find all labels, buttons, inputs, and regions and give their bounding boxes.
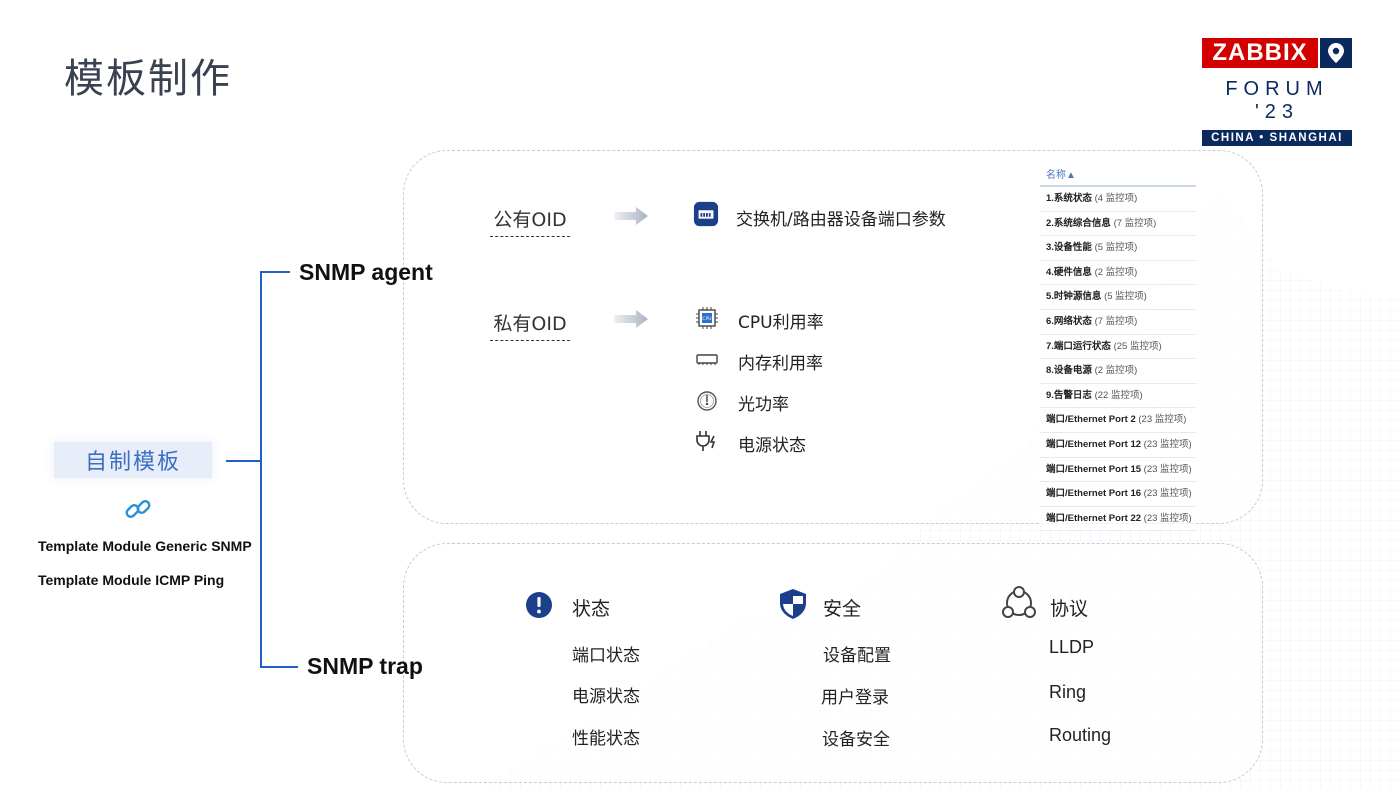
table-row[interactable]: 8.设备电源 (2 监控项) — [1040, 359, 1196, 384]
row-name[interactable]: 8.设备电源 — [1046, 365, 1092, 376]
table-row[interactable]: 端口/Ethernet Port 2 (23 监控项) — [1040, 408, 1196, 433]
row-count: (22 监控项) — [1091, 389, 1143, 401]
table-row[interactable]: 3.设备性能 (5 监控项) — [1040, 236, 1196, 261]
row-count: (7 监控项) — [1110, 217, 1157, 229]
table-header-name[interactable]: 名称▲ — [1040, 160, 1196, 187]
table-row[interactable]: 端口/Ethernet Port 16 (23 监控项) — [1040, 482, 1196, 507]
row-name[interactable]: 7.端口运行状态 — [1046, 341, 1111, 352]
logo-event: FORUM '23 — [1225, 78, 1329, 123]
row-count: (23 监控项) — [1141, 463, 1192, 475]
row-name[interactable]: 5.时钟源信息 — [1046, 291, 1101, 302]
trap-protocol-item: LLDP — [1049, 637, 1095, 657]
template-generic-snmp: Template Module Generic SNMP — [38, 538, 252, 554]
row-name[interactable]: 1.系统状态 — [1046, 193, 1092, 204]
row-count: (25 监控项) — [1110, 340, 1162, 352]
svg-text:CPU: CPU — [702, 316, 711, 322]
snmp-trap-label: SNMP trap — [307, 653, 423, 679]
table-row[interactable]: 9.告警日志 (22 监控项) — [1040, 384, 1196, 409]
trap-protocol-title: 协议 — [1050, 598, 1089, 620]
row-count: (5 监控项) — [1101, 291, 1147, 303]
trap-security-item: 用户登录 — [821, 688, 889, 708]
row-count: (23 监控项) — [1141, 438, 1192, 450]
optical-power-icon — [694, 388, 720, 414]
tree-branch-trap — [260, 666, 298, 668]
table-row[interactable]: 1.系统状态 (4 监控项) — [1040, 187, 1196, 212]
self-template-label: 自制模板 — [54, 442, 212, 478]
trap-protocol-item: Ring — [1049, 682, 1087, 702]
row-count: (7 监控项) — [1091, 315, 1138, 327]
row-name[interactable]: 端口/Ethernet Port 16 — [1046, 488, 1141, 499]
zabbix-forum-logo: ZABBIX FORUM '23 CHINA • SHANGHAI — [1202, 38, 1352, 146]
power-plug-icon — [694, 428, 720, 454]
table-row[interactable]: 端口/Ethernet Port 22 (23 监控项) — [1040, 507, 1196, 532]
private-oid-label: 私有OID — [490, 309, 570, 341]
tree-trunk — [260, 271, 262, 667]
private-oid-item-memory: 内存利用率 — [738, 354, 823, 374]
network-protocol-icon — [1001, 586, 1037, 624]
snmp-agent-label: SNMP agent — [299, 259, 433, 285]
tree-connector — [226, 460, 261, 462]
trap-protocol-item: Routing — [1049, 725, 1112, 745]
public-oid-item: 交换机/路由器设备端口参数 — [736, 210, 946, 230]
row-count: (5 监控项) — [1091, 242, 1138, 254]
trap-status-item: 性能状态 — [572, 729, 640, 749]
tree-branch-agent — [260, 271, 290, 273]
table-row[interactable]: 2.系统综合信息 (7 监控项) — [1040, 212, 1196, 237]
memory-icon — [694, 346, 720, 372]
template-icmp-ping: Template Module ICMP Ping — [38, 572, 225, 588]
slide-title: 模板制作 — [64, 56, 232, 102]
row-name[interactable]: 端口/Ethernet Port 22 — [1046, 513, 1141, 524]
row-count: (23 监控项) — [1135, 414, 1187, 426]
row-name[interactable]: 4.硬件信息 — [1046, 267, 1092, 278]
row-name[interactable]: 端口/Ethernet Port 2 — [1046, 414, 1136, 425]
row-count: (4 监控项) — [1091, 193, 1138, 204]
cpu-icon: CPU — [694, 305, 720, 331]
trap-security-title: 安全 — [823, 598, 862, 620]
trap-security-item: 设备安全 — [822, 730, 890, 750]
table-row[interactable]: 端口/Ethernet Port 12 (23 监控项) — [1040, 433, 1196, 458]
arrow-right-icon — [614, 310, 648, 328]
private-oid-item-cpu: CPU利用率 — [738, 313, 824, 333]
table-row[interactable]: 6.网络状态 (7 监控项) — [1040, 310, 1196, 335]
row-name[interactable]: 端口/Ethernet Port 15 — [1046, 464, 1141, 475]
shield-icon — [778, 588, 808, 624]
table-row[interactable]: 7.端口运行状态 (25 监控项) — [1040, 335, 1196, 360]
trap-security-item: 设备配置 — [823, 646, 891, 666]
logo-brand: ZABBIX — [1202, 38, 1318, 68]
row-name[interactable]: 端口/Ethernet Port 12 — [1046, 439, 1141, 450]
row-name[interactable]: 2.系统综合信息 — [1046, 218, 1111, 229]
row-count: (2 监控项) — [1091, 365, 1138, 377]
row-count: (23 监控项) — [1141, 488, 1192, 500]
table-row[interactable]: 4.硬件信息 (2 监控项) — [1040, 261, 1196, 286]
ethernet-port-icon — [693, 201, 719, 227]
arrow-right-icon — [614, 207, 648, 225]
logo-location: CHINA • SHANGHAI — [1202, 130, 1352, 146]
table-row[interactable]: 端口/Ethernet Port 15 (23 监控项) — [1040, 458, 1196, 483]
alert-icon — [525, 591, 553, 623]
table-row[interactable]: 5.时钟源信息 (5 监控项) — [1040, 285, 1196, 310]
private-oid-item-optical: 光功率 — [738, 395, 789, 415]
row-count: (23 监控项) — [1141, 512, 1192, 524]
row-name[interactable]: 6.网络状态 — [1046, 316, 1092, 327]
monitor-item-table: 名称▲ 1.系统状态 (4 监控项) 2.系统综合信息 (7 监控项) 3.设备性能… — [1040, 160, 1196, 532]
trap-status-item: 端口状态 — [572, 646, 640, 666]
trap-status-item: 电源状态 — [572, 687, 640, 707]
public-oid-label: 公有OID — [490, 205, 570, 237]
trap-status-title: 状态 — [572, 598, 611, 620]
table-body: 1.系统状态 (4 监控项) 2.系统综合信息 (7 监控项) 3.设备性能 (5 … — [1040, 187, 1196, 532]
row-name[interactable]: 3.设备性能 — [1046, 242, 1092, 253]
location-pin-icon — [1320, 38, 1352, 68]
row-count: (2 监控项) — [1091, 266, 1138, 278]
link-icon — [123, 494, 153, 524]
private-oid-item-power: 电源状态 — [738, 436, 806, 456]
row-name[interactable]: 9.告警日志 — [1046, 390, 1092, 401]
